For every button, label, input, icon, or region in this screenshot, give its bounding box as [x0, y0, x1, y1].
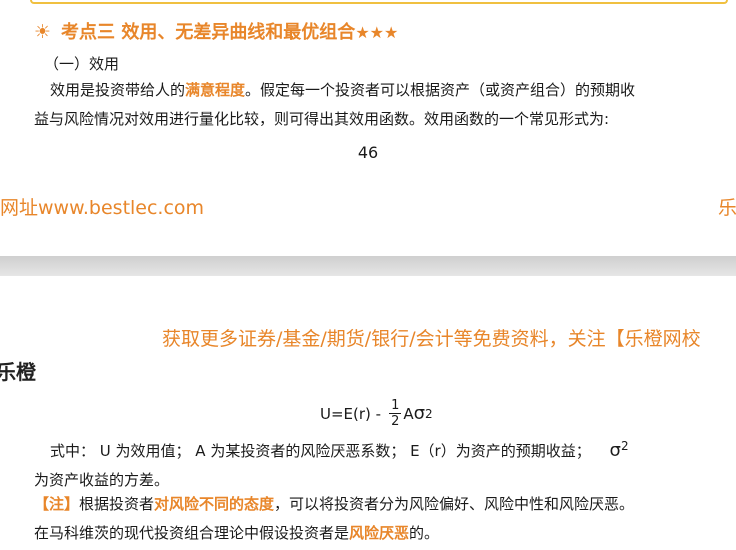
note-label: 【注】: [34, 495, 80, 513]
sun-icon: ☀: [34, 21, 52, 43]
note-text-line2: 在马科维茨的现代投资组合理论中假设投资者是: [34, 524, 350, 542]
formula-exponent: 2: [425, 406, 433, 421]
document-page-bottom: 获取更多证券/基金/期货/银行/会计等免费资料，关注【乐橙网校 乐橙 U=E(r…: [0, 276, 736, 550]
previous-section-box: [30, 0, 728, 4]
utility-formula: U=E(r) - 1 2 Aσ2: [320, 398, 433, 429]
note-text: 根据投资者: [79, 495, 155, 513]
brand-logo-text: 乐橙: [0, 360, 36, 384]
heading-text: 考点三 效用、无差异曲线和最优组合: [61, 22, 356, 43]
formula-fraction: 1 2: [389, 398, 402, 429]
note-text-end: 的。: [409, 524, 440, 542]
document-page-top: ☀ 考点三 效用、无差异曲线和最优组合★★★ （一）效用 效用是投资带给人的满意程…: [0, 0, 736, 256]
utility-paragraph: 效用是投资带给人的满意程度。假定每一个投资者可以根据资产（或资产组合）的预期收 …: [34, 76, 734, 134]
note-text: ，可以将投资者分为风险偏好、风险中性和风险厌恶。: [274, 495, 635, 513]
fraction-numerator: 1: [389, 398, 402, 414]
subsection-title: （一）效用: [44, 55, 120, 73]
highlight-satisfaction: 满意程度: [185, 81, 246, 99]
definition-text: 式中： U 为效用值； A 为某投资者的风险厌恶系数； E（r）为资产的预期收益…: [50, 442, 591, 460]
fraction-denominator: 2: [391, 414, 400, 429]
footer-brand-fragment: 乐: [718, 197, 736, 219]
para-text: 效用是投资带给人的: [50, 81, 186, 99]
definition-paragraph: 式中： U 为效用值； A 为某投资者的风险厌恶系数； E（r）为资产的预期收益…: [34, 432, 734, 495]
definition-sigma: σ: [609, 440, 621, 461]
promo-header: 获取更多证券/基金/期货/银行/会计等免费资料，关注【乐橙网校: [162, 328, 701, 350]
para-text-line2: 益与风险情况对效用进行量化比较，则可得出其效用函数。效用函数的一个常见形式为:: [34, 110, 610, 128]
formula-sigma: σ: [413, 403, 426, 424]
formula-lhs: U=E(r) -: [320, 404, 382, 423]
page-separator: [0, 256, 736, 276]
para-text: 。假定每一个投资者可以根据资产（或资产组合）的预期收: [245, 81, 636, 99]
definition-text-line2: 为资产收益的方差。: [34, 471, 170, 489]
formula-a: A: [403, 404, 414, 423]
highlight-risk-averse: 风险厌恶: [349, 524, 410, 542]
page-number: 46: [357, 143, 379, 162]
definition-exponent: 2: [620, 439, 629, 453]
note-paragraph: 【注】根据投资者对风险不同的态度，可以将投资者分为风险偏好、风险中性和风险厌恶。…: [34, 490, 734, 548]
highlight-risk-attitude: 对风险不同的态度: [154, 495, 275, 513]
footer-website: 网址www.bestlec.com: [0, 197, 205, 219]
section-heading: ☀ 考点三 效用、无差异曲线和最优组合★★★: [34, 18, 398, 44]
star-rating: ★★★: [355, 23, 399, 42]
